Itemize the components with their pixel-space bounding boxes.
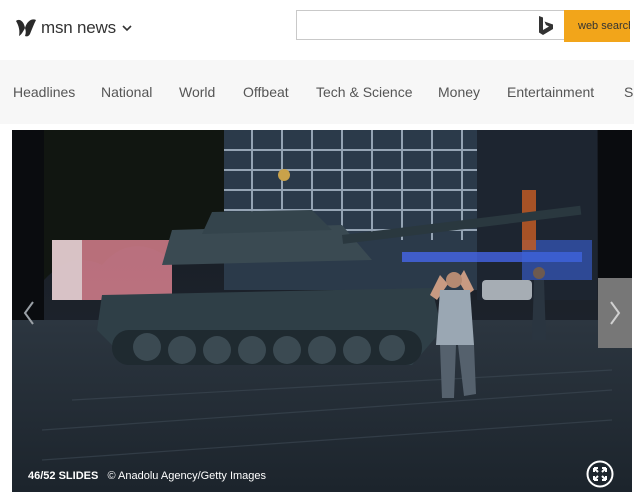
search-bar: web search: [296, 10, 634, 42]
slide-caption: 46/52 SLIDES © Anadolu Agency/Getty Imag…: [28, 470, 266, 482]
slide-counter: 46/52 SLIDES: [28, 470, 99, 482]
msn-butterfly-icon: [16, 19, 36, 37]
nav-item-sports[interactable]: Sports: [624, 84, 634, 100]
nav-item-headlines[interactable]: Headlines: [13, 84, 75, 100]
expand-icon[interactable]: [586, 460, 614, 488]
header: msn news web search: [0, 0, 634, 60]
next-slide-button[interactable]: [598, 278, 632, 348]
nav-item-national[interactable]: National: [101, 84, 152, 100]
msn-news-brand-menu[interactable]: msn news: [13, 14, 132, 42]
slideshow: 46/52 SLIDES © Anadolu Agency/Getty Imag…: [12, 130, 632, 492]
nav-item-entertainment[interactable]: Entertainment: [507, 84, 594, 100]
slide-photo: [12, 130, 632, 492]
bing-icon: [539, 16, 553, 35]
brand-name: msn news: [41, 18, 116, 37]
previous-slide-button[interactable]: [12, 278, 46, 348]
nav-item-offbeat[interactable]: Offbeat: [243, 84, 289, 100]
chevron-left-icon: [23, 301, 34, 325]
nav-item-world[interactable]: World: [179, 84, 215, 100]
web-search-button[interactable]: web search: [564, 10, 630, 42]
chevron-right-icon: [610, 301, 621, 325]
photo-credit: © Anadolu Agency/Getty Images: [107, 470, 267, 482]
category-nav: Headlines National World Offbeat Tech & …: [0, 60, 634, 124]
chevron-down-icon: [122, 25, 132, 32]
search-input[interactable]: [296, 10, 564, 40]
nav-item-tech-science[interactable]: Tech & Science: [316, 84, 413, 100]
nav-item-money[interactable]: Money: [438, 84, 480, 100]
